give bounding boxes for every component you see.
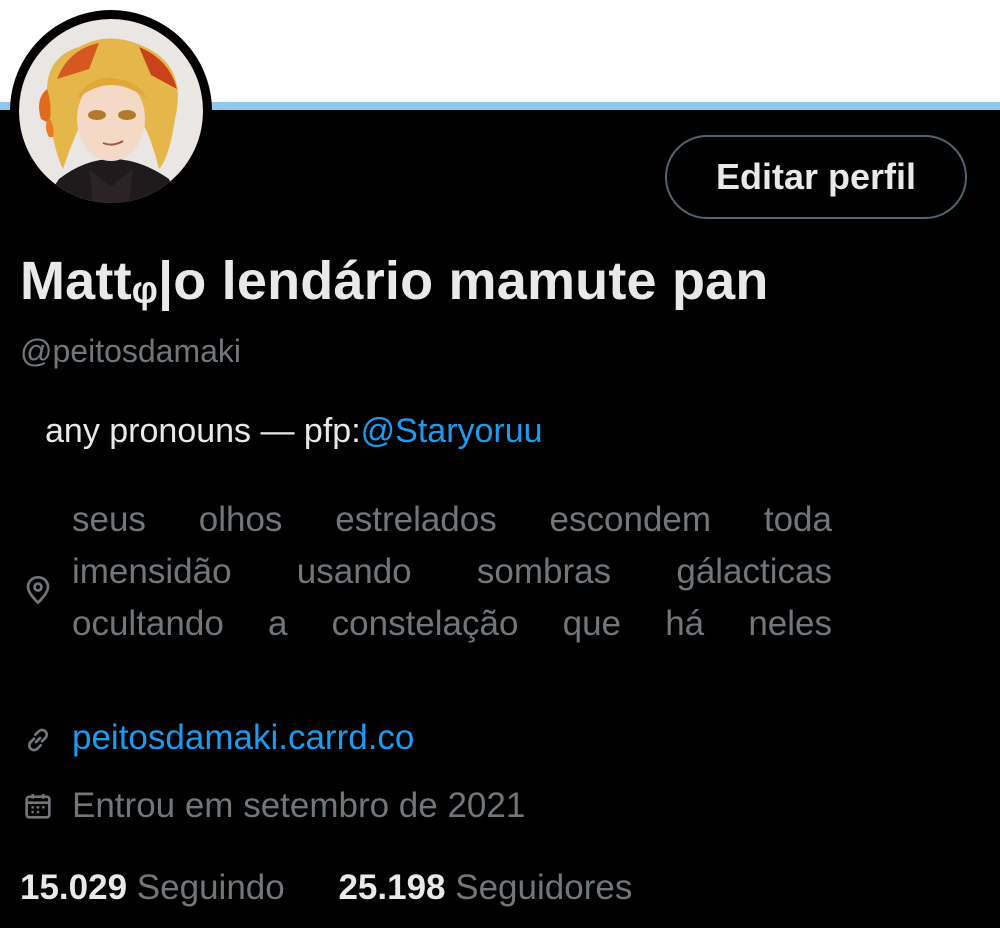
calendar-icon [25,794,51,819]
location-line-2: imensidão usando sombras gálacticas [72,552,832,591]
avatar[interactable] [10,10,212,212]
bio-text: any pronouns — pfp: [45,412,361,450]
bio: any pronouns — pfp:@Staryoruu [45,412,543,451]
location-line-3: ocultando a constelação que há neles [72,604,832,643]
location-line-1: seus olhos estrelados escondem toda [72,500,832,539]
edit-profile-button[interactable]: Editar perfil [665,135,967,219]
followers-count: 25.198 [338,868,446,907]
followers-stat[interactable]: 25.198 Seguidores [338,868,632,908]
bio-mention-link[interactable]: @Staryoruu [361,412,543,450]
website-link[interactable]: peitosdamaki.carrd.co [72,718,414,758]
followers-label: Seguidores [455,868,633,907]
follow-stats: 15.029 Seguindo 25.198 Seguidores [20,868,676,908]
following-stat[interactable]: 15.029 Seguindo [20,868,285,908]
display-name: Mattᵩ|o lendário mamute pan [20,251,769,311]
location-text: seus olhos estrelados escondem toda imen… [72,494,832,650]
following-label: Seguindo [136,868,285,907]
avatar-image [19,19,203,203]
username-handle: @peitosdamaki [20,333,242,369]
location-pin-icon [26,575,50,605]
following-count: 15.029 [20,868,128,907]
link-icon [27,728,49,752]
join-date: Entrou em setembro de 2021 [72,786,526,825]
